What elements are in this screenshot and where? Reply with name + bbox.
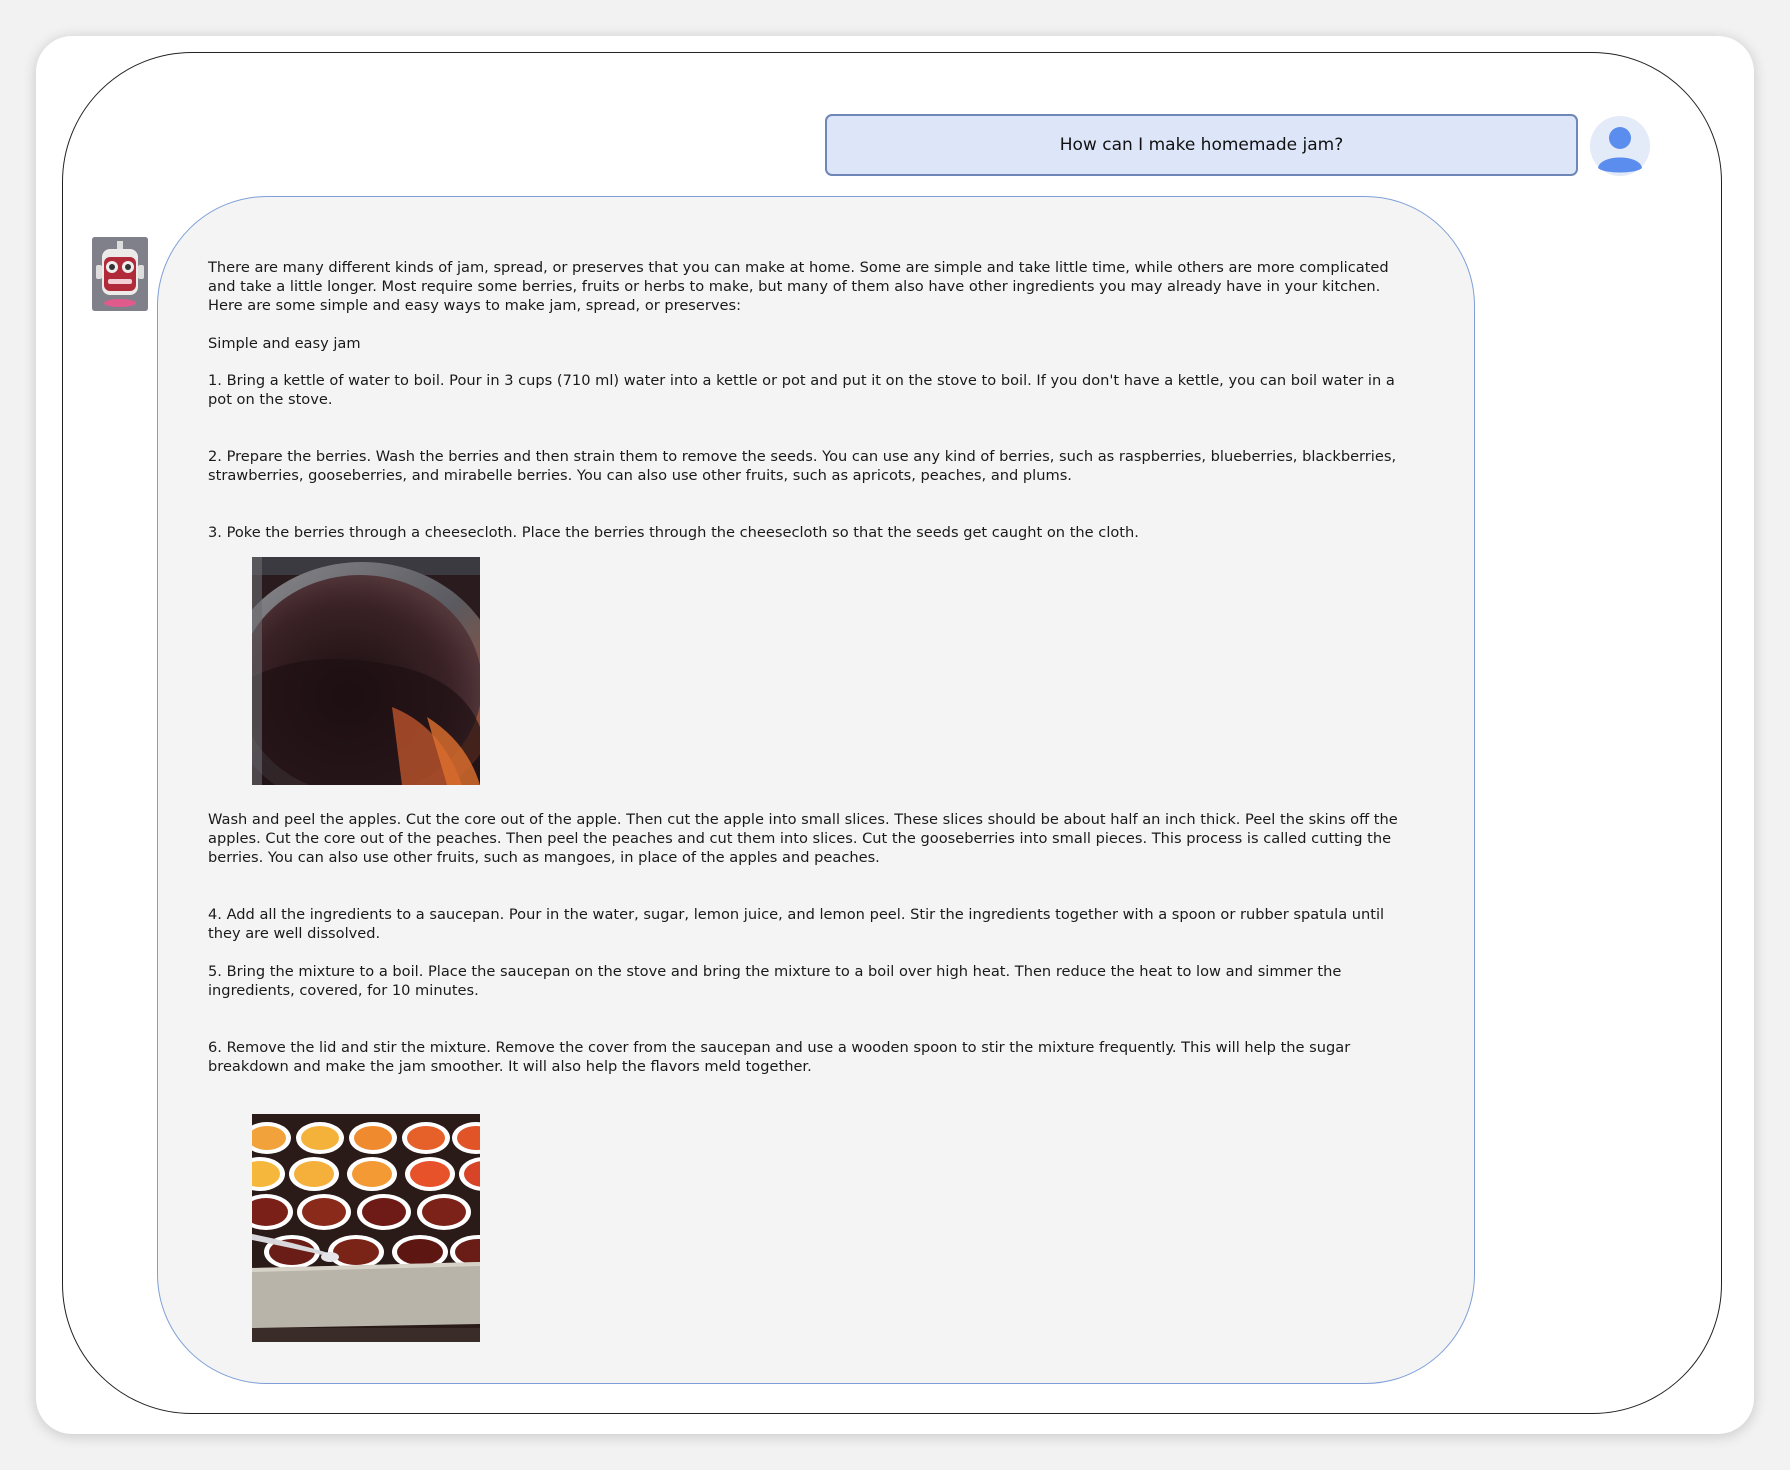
user-message-text: How can I make homemade jam? <box>1059 135 1344 155</box>
jam-cups-photo <box>252 1114 480 1342</box>
pot-photo <box>252 557 480 785</box>
robot-avatar-icon <box>92 237 148 311</box>
step-1: 1. Bring a kettle of water to boil. Pour… <box>208 372 1395 408</box>
step-5: 5. Bring the mixture to a boil. Place th… <box>208 963 1342 999</box>
intro-paragraph-2: Here are some simple and easy ways to ma… <box>208 297 742 314</box>
step-6: 6. Remove the lid and stir the mixture. … <box>208 1039 1351 1075</box>
section-heading: Simple and easy jam <box>208 335 361 352</box>
assistant-message-content: There are many different kinds of jam, s… <box>208 258 1408 542</box>
step-2: 2. Prepare the berries. Wash the berries… <box>208 448 1397 484</box>
user-avatar-icon <box>1590 116 1650 176</box>
intro-paragraph: There are many different kinds of jam, s… <box>208 259 1389 295</box>
wash-paragraph: Wash and peel the apples. Cut the core o… <box>208 811 1398 866</box>
user-message-bubble: How can I make homemade jam? <box>825 114 1578 176</box>
assistant-message-content-2: Wash and peel the apples. Cut the core o… <box>208 810 1408 1076</box>
step-4: 4. Add all the ingredients to a saucepan… <box>208 906 1385 942</box>
step-3: 3. Poke the berries through a cheeseclot… <box>208 524 1139 541</box>
